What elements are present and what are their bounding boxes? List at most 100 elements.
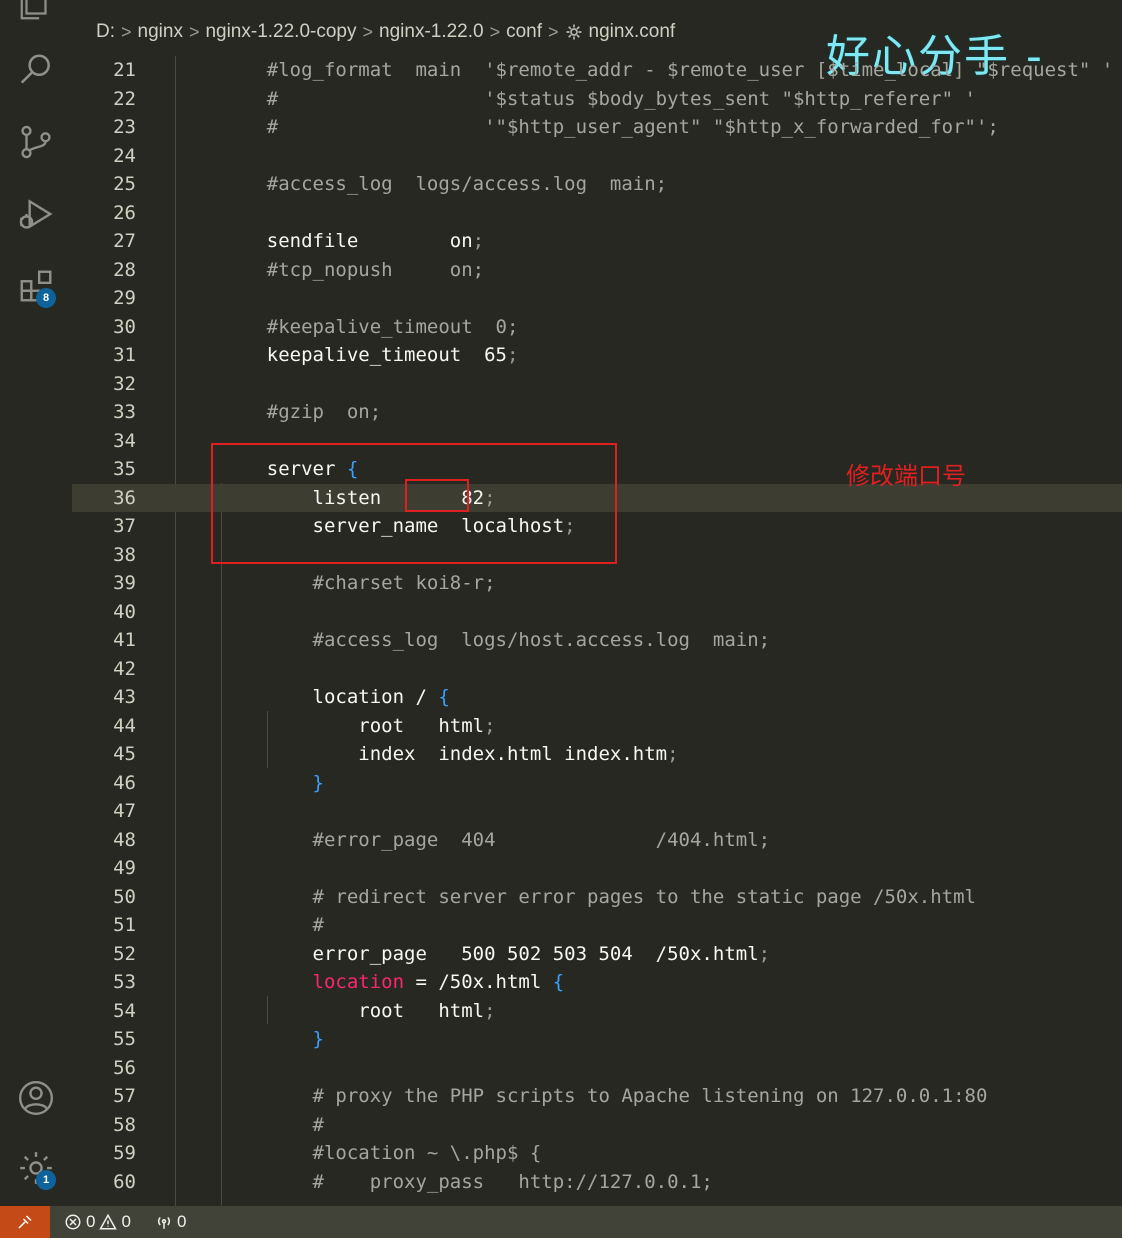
- breadcrumb-separator: >: [121, 21, 132, 42]
- code-line[interactable]: 59 #location ~ \.php$ {: [72, 1139, 1122, 1168]
- code-line[interactable]: 22 # '$status $body_bytes_sent "$http_re…: [72, 85, 1122, 114]
- code-line[interactable]: 21 #log_format main '$remote_addr - $rem…: [72, 56, 1122, 85]
- line-number: 28: [113, 258, 136, 281]
- code-line[interactable]: 47: [72, 797, 1122, 826]
- code-line[interactable]: 43 location / {: [72, 683, 1122, 712]
- warning-count: 0: [121, 1212, 131, 1231]
- code-line[interactable]: 58 #: [72, 1111, 1122, 1140]
- breadcrumb-folder[interactable]: nginx-1.22.0-copy: [205, 21, 356, 43]
- code-text: error_page 500 502 503 504 /50x.html;: [221, 942, 771, 965]
- code-line[interactable]: 42: [72, 655, 1122, 684]
- explorer-icon[interactable]: [14, 0, 58, 26]
- line-number: 37: [113, 515, 136, 537]
- line-number: 39: [113, 572, 136, 594]
- ports-count: 0: [176, 1212, 187, 1231]
- line-number: 25: [113, 173, 136, 195]
- breadcrumb-drive[interactable]: D:: [96, 21, 115, 43]
- code-line[interactable]: 57 # proxy the PHP scripts to Apache lis…: [72, 1082, 1122, 1111]
- code-line[interactable]: 26: [72, 199, 1122, 228]
- code-text: location / {: [221, 686, 450, 708]
- code-line[interactable]: 50 # redirect server error pages to the …: [72, 883, 1122, 912]
- breadcrumb: D: > nginx > nginx-1.22.0-copy > nginx-1…: [96, 14, 675, 50]
- run-debug-icon[interactable]: [14, 192, 58, 236]
- code-line[interactable]: 40: [72, 598, 1122, 627]
- extensions-badge: 8: [36, 288, 56, 308]
- code-text: }: [312, 1028, 324, 1050]
- code-text: #gzip on;: [221, 401, 382, 423]
- code-text: #log_format main '$remote_addr - $remote…: [221, 59, 1114, 81]
- code-line[interactable]: 48 #error_page 404 /404.html;: [72, 826, 1122, 855]
- error-icon: [65, 1214, 81, 1230]
- code-text: # proxy the PHP scripts to Apache listen…: [221, 1085, 988, 1107]
- breadcrumb-folder[interactable]: nginx: [138, 21, 183, 43]
- line-number: 58: [113, 1113, 136, 1136]
- code-line[interactable]: 24: [72, 142, 1122, 171]
- line-number: 57: [113, 1085, 136, 1107]
- account-icon[interactable]: [14, 1076, 58, 1120]
- line-number: 32: [113, 372, 136, 395]
- line-number: 35: [113, 458, 136, 480]
- code-line[interactable]: 30 #keepalive_timeout 0;: [72, 313, 1122, 342]
- code-line[interactable]: 46 }: [72, 769, 1122, 798]
- code-line[interactable]: 31 keepalive_timeout 65;: [72, 341, 1122, 370]
- line-number: 30: [113, 315, 136, 338]
- code-line[interactable]: 55 }: [72, 1025, 1122, 1054]
- line-number: 46: [113, 771, 136, 794]
- line-number: 26: [113, 201, 136, 224]
- code-line[interactable]: 25 #access_log logs/access.log main;: [72, 170, 1122, 199]
- code-text: #: [221, 1113, 324, 1136]
- line-number: 43: [113, 686, 136, 708]
- line-number: 29: [113, 287, 136, 309]
- source-control-icon[interactable]: [14, 120, 58, 164]
- search-icon[interactable]: [14, 48, 58, 92]
- code-text: #: [221, 914, 324, 936]
- extensions-icon[interactable]: 8: [14, 264, 58, 308]
- code-text: #tcp_nopush on;: [221, 258, 485, 281]
- line-number: 42: [113, 657, 136, 680]
- code-line[interactable]: 29: [72, 284, 1122, 313]
- code-line[interactable]: 51 #: [72, 911, 1122, 940]
- code-line[interactable]: 32: [72, 370, 1122, 399]
- breadcrumb-folder[interactable]: nginx-1.22.0: [379, 21, 484, 43]
- settings-gear-icon[interactable]: 1: [14, 1146, 58, 1190]
- code-line[interactable]: 23 # '"$http_user_agent" "$http_x_forwar…: [72, 113, 1122, 142]
- code-line[interactable]: 27 sendfile on;: [72, 227, 1122, 256]
- code-line[interactable]: 41 #access_log logs/host.access.log main…: [72, 626, 1122, 655]
- code-line[interactable]: 52 error_page 500 502 503 504 /50x.html;: [72, 940, 1122, 969]
- line-number: 44: [113, 714, 136, 737]
- code-text: #location ~ \.php$ {: [221, 1142, 542, 1164]
- code-line[interactable]: 56: [72, 1054, 1122, 1083]
- code-line[interactable]: 28 #tcp_nopush on;: [72, 256, 1122, 285]
- line-number: 48: [113, 828, 136, 851]
- code-line[interactable]: 53 location = /50x.html {: [72, 968, 1122, 997]
- code-line[interactable]: 60 # proxy_pass http://127.0.0.1;: [72, 1168, 1122, 1197]
- code-editor[interactable]: 21 #log_format main '$remote_addr - $rem…: [72, 56, 1122, 1206]
- code-text: #charset koi8-r;: [221, 572, 496, 594]
- code-text: location = /50x.html {: [312, 971, 565, 993]
- code-line[interactable]: 54 root html;: [72, 997, 1122, 1026]
- code-line[interactable]: 44 root html;: [72, 712, 1122, 741]
- breadcrumb-separator: >: [188, 21, 200, 42]
- breadcrumb-file[interactable]: nginx.conf: [589, 21, 676, 43]
- problems-status[interactable]: 0 0: [64, 1212, 131, 1232]
- code-line[interactable]: 49: [72, 854, 1122, 883]
- code-line[interactable]: 33 #gzip on;: [72, 398, 1122, 427]
- code-text: }: [312, 771, 324, 794]
- code-text: #error_page 404 /404.html;: [221, 828, 771, 851]
- code-text: index index.html index.htm;: [221, 743, 679, 765]
- line-number: 51: [113, 914, 136, 936]
- breadcrumb-folder[interactable]: conf: [506, 21, 542, 43]
- broadcast-icon: [157, 1216, 170, 1229]
- code-text: #keepalive_timeout 0;: [221, 315, 519, 338]
- line-number: 22: [113, 87, 136, 110]
- warning-icon: [99, 1213, 118, 1230]
- settings-badge: 1: [36, 1170, 56, 1190]
- file-settings-icon: [566, 24, 582, 40]
- line-number: 56: [113, 1056, 136, 1079]
- line-number: 50: [113, 885, 136, 908]
- ports-status[interactable]: 0: [155, 1212, 186, 1232]
- code-line[interactable]: 39 #charset koi8-r;: [72, 569, 1122, 598]
- code-line[interactable]: 45 index index.html index.htm;: [72, 740, 1122, 769]
- remote-button[interactable]: [0, 1206, 50, 1238]
- line-number: 31: [113, 344, 136, 366]
